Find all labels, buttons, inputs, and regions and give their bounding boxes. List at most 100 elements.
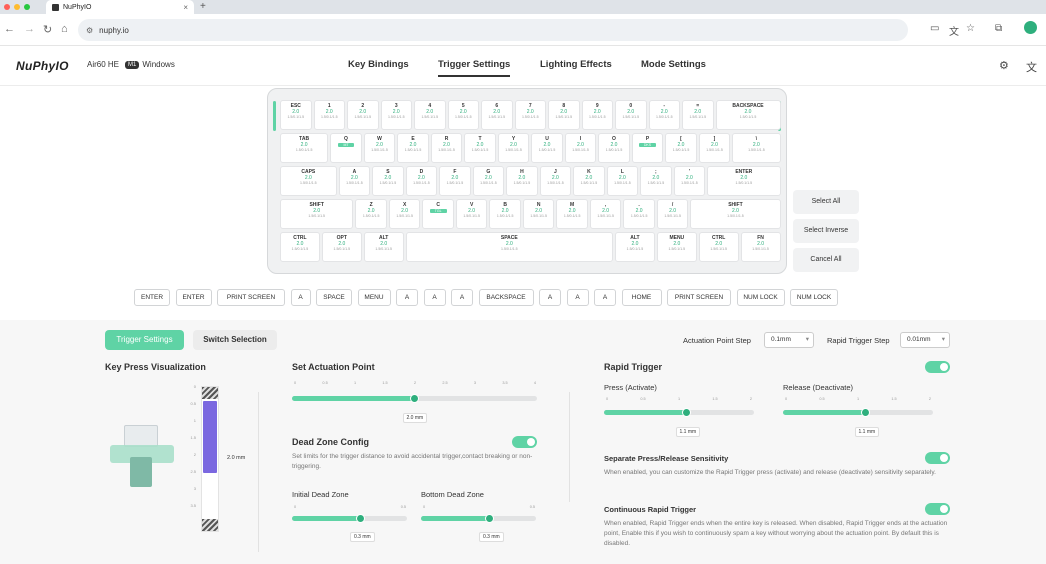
dead-zone-toggle[interactable] — [512, 436, 537, 448]
key-f[interactable]: F 2.0 1.5/0.1/1.5 — [439, 166, 471, 196]
key-c44[interactable]: , 2.0 1.5/0.1/1.5 — [589, 199, 622, 229]
new-tab-icon[interactable]: + — [200, 1, 206, 12]
tab-trigger-settings[interactable]: Trigger Settings — [438, 59, 511, 77]
key-b[interactable]: B 2.0 1.5/0.1/1.5 — [489, 199, 521, 229]
key-ctrl[interactable]: CTRL 2.0 1.5/0.1/1.5 — [280, 232, 320, 262]
back-icon[interactable]: ← — [4, 23, 15, 35]
key-opt[interactable]: OPT 2.0 1.5/0.1/1.5 — [321, 232, 362, 262]
tab-key-bindings[interactable]: Key Bindings — [348, 59, 409, 70]
key-h[interactable]: H 2.0 1.5/0.1/1.5 — [506, 166, 538, 196]
key-fn[interactable]: FN 2.0 1.5/0.1/1.5 — [740, 232, 781, 262]
reload-icon[interactable]: ↻ — [43, 23, 52, 36]
key-backspace[interactable]: BACKSPACE 2.0 1.5/0.1/1.5 — [715, 100, 781, 130]
layer-key-15[interactable]: NUM LOCK — [736, 289, 785, 306]
browser-tab[interactable]: NuPhyIO × — [46, 0, 194, 14]
key-j[interactable]: J 2.0 1.5/0.1/1.5 — [539, 166, 572, 196]
key-q[interactable]: Q MT — [330, 133, 362, 163]
key-ctrl[interactable]: CTRL 2.0 1.5/0.1/1.5 — [698, 232, 739, 262]
profile-avatar[interactable] — [1024, 21, 1037, 34]
key-c[interactable]: C TGL — [422, 199, 454, 229]
layer-key-10[interactable]: A — [539, 289, 561, 306]
key-3[interactable]: 3 2.0 1.5/0.1/1.5 — [380, 100, 412, 130]
key-o[interactable]: O 2.0 1.5/0.1/1.5 — [598, 133, 630, 163]
layer-key-7[interactable]: A — [423, 289, 446, 306]
tab-mode-settings[interactable]: Mode Settings — [641, 59, 706, 70]
key-4[interactable]: 4 2.0 1.5/0.1/1.5 — [414, 100, 446, 130]
press-slider[interactable] — [604, 408, 754, 417]
layer-key-5[interactable]: MENU — [357, 289, 391, 306]
key-backslash[interactable]: \ 2.0 1.5/0.1/1.5 — [732, 133, 781, 163]
key-e[interactable]: E 2.0 1.5/0.1/1.5 — [397, 133, 429, 163]
language-icon[interactable]: 文 — [1026, 59, 1037, 75]
rapid-trigger-toggle[interactable] — [925, 361, 950, 373]
bdz-slider-thumb[interactable] — [485, 514, 494, 523]
extensions-icon[interactable]: ⧉ — [995, 23, 1002, 34]
close-tab-icon[interactable]: × — [183, 3, 188, 12]
layer-key-16[interactable]: NUM LOCK — [790, 289, 838, 306]
cast-icon[interactable]: ▭ — [930, 23, 939, 34]
close-window-icon[interactable] — [4, 4, 10, 10]
layer-key-9[interactable]: BACKSPACE — [478, 289, 534, 306]
tab-switch-selection[interactable]: Switch Selection — [193, 330, 277, 350]
key-alt[interactable]: ALT 2.0 1.5/0.1/1.5 — [615, 232, 655, 262]
key-c39[interactable]: ' 2.0 1.5/0.1/1.5 — [673, 166, 706, 196]
minimize-window-icon[interactable] — [14, 4, 20, 10]
key-v[interactable]: V 2.0 1.5/0.1/1.5 — [455, 199, 488, 229]
press-slider-thumb[interactable] — [681, 408, 691, 417]
key-x[interactable]: X 2.0 1.5/0.1/1.5 — [388, 199, 421, 229]
separate-sensitivity-toggle[interactable] — [925, 452, 950, 464]
key-menu[interactable]: MENU 2.0 1.5/0.1/1.5 — [656, 232, 697, 262]
key-c61[interactable]: = 2.0 1.5/0.1/1.5 — [682, 100, 714, 130]
key-c47[interactable]: /2.0 1.5/0.1/1.5 — [656, 199, 689, 229]
bookmark-star-icon[interactable]: ☆ — [966, 23, 975, 34]
key-shift[interactable]: SHIFT 2.0 1.5/0.1/1.5 — [690, 199, 781, 229]
key-k[interactable]: K 2.0 1.5/0.1/1.5 — [573, 166, 605, 196]
layer-key-12[interactable]: A — [594, 289, 616, 306]
key-a[interactable]: A 2.0 1.5/0.1/1.5 — [338, 166, 371, 196]
actuation-slider-thumb[interactable] — [409, 394, 419, 403]
settings-gear-icon[interactable]: ⚙ — [999, 59, 1009, 72]
key-i[interactable]: I 2.0 1.5/0.1/1.5 — [564, 133, 597, 163]
key-c93[interactable]: ] 2.0 1.5/0.1/1.5 — [698, 133, 731, 163]
layer-key-1[interactable]: ENTER — [175, 289, 212, 306]
layer-key-11[interactable]: A — [566, 289, 589, 306]
key-t[interactable]: T 2.0 1.5/0.1/1.5 — [464, 133, 496, 163]
layer-key-8[interactable]: A — [451, 289, 473, 306]
key-z[interactable]: Z 2.0 1.5/0.1/1.5 — [355, 199, 387, 229]
maximize-window-icon[interactable] — [24, 4, 30, 10]
key-m[interactable]: M 2.0 1.5/0.1/1.5 — [556, 199, 588, 229]
layer-key-13[interactable]: HOME — [621, 289, 662, 306]
key-enter[interactable]: ENTER 2.0 1.5/0.1/1.5 — [707, 166, 781, 196]
key-c59[interactable]: ; 2.0 1.5/0.1/1.5 — [640, 166, 672, 196]
release-slider-thumb[interactable] — [860, 408, 870, 417]
key-c46[interactable]: . 2.0 1.5/0.1/1.5 — [623, 199, 655, 229]
layer-key-3[interactable]: A — [290, 289, 311, 306]
device-info[interactable]: Air60 HE M1 Windows — [87, 60, 175, 69]
layer-key-0[interactable]: ENTER — [134, 289, 170, 306]
release-slider[interactable] — [783, 408, 933, 417]
idz-slider-thumb[interactable] — [356, 514, 365, 523]
key-p[interactable]: P DKS — [631, 133, 664, 163]
rt-step-select[interactable]: 0.01mm — [900, 332, 950, 348]
key-7[interactable]: 7 2.0 1.5/0.1/1.5 — [514, 100, 546, 130]
tab-lighting-effects[interactable]: Lighting Effects — [540, 59, 612, 70]
select-all-button[interactable]: Select All — [793, 190, 859, 214]
forward-icon[interactable]: → — [24, 23, 35, 35]
url-field[interactable]: ⚙ nuphy.io — [78, 19, 908, 41]
layer-key-6[interactable]: A — [396, 289, 418, 306]
key-u[interactable]: U 2.0 1.5/0.1/1.5 — [531, 133, 563, 163]
key-y[interactable]: Y 2.0 1.5/0.1/1.5 — [497, 133, 530, 163]
key-l[interactable]: L 2.0 1.5/0.1/1.5 — [606, 166, 639, 196]
key-g[interactable]: G 2.0 1.5/0.1/1.5 — [472, 166, 505, 196]
key-c45[interactable]: -2.0 1.5/0.1/1.5 — [648, 100, 680, 130]
tab-trigger-settings-panel[interactable]: Trigger Settings — [105, 330, 184, 350]
bottom-dead-zone-slider[interactable] — [421, 514, 536, 523]
key-r[interactable]: R 2.0 1.5/0.1/1.5 — [430, 133, 463, 163]
key-1[interactable]: 1 2.0 1.5/0.1/1.5 — [313, 100, 345, 130]
key-esc[interactable]: ESC 2.0 1.5/0.1/1.5 — [280, 100, 312, 130]
key-d[interactable]: D 2.0 1.5/0.1/1.5 — [405, 166, 438, 196]
layer-key-4[interactable]: SPACE — [316, 289, 352, 306]
select-inverse-button[interactable]: Select Inverse — [793, 219, 859, 243]
actuation-slider[interactable] — [292, 394, 537, 403]
key-s[interactable]: S 2.0 1.5/0.1/1.5 — [372, 166, 404, 196]
